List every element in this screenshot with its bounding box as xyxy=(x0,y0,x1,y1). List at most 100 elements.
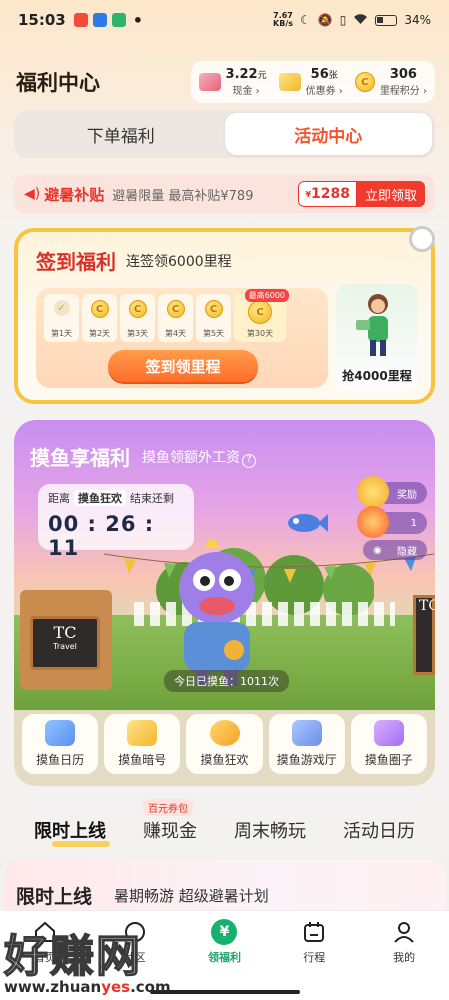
claim-now-button[interactable]: ¥1288 立即领取 xyxy=(298,181,425,207)
hide-toggle[interactable]: ◉ 隐藏 xyxy=(363,540,427,560)
feature-label: 摸鱼圈子 xyxy=(364,753,413,767)
checkin-title: 签到福利 xyxy=(36,250,116,274)
feature-arcade[interactable]: 摸鱼游戏厅 xyxy=(268,714,345,774)
reward-label: 抢4000里程 xyxy=(342,369,412,383)
calendar-icon xyxy=(45,720,76,746)
promo-subtitle: 避暑限量 最高补贴¥789 xyxy=(112,188,254,204)
checkin-days-panel: ✓ 第1天 C 第2天 C 第3天 C 第4天 C 第5天 最高6000 C 第30天 签… xyxy=(36,288,328,388)
netspeed-unit: KB/s xyxy=(273,19,293,28)
game-console-icon xyxy=(291,720,322,746)
stall-sign-text: TC xyxy=(53,623,77,642)
countdown-event: 摸鱼狂欢 xyxy=(74,490,126,506)
nav-label: 行程 xyxy=(303,951,326,964)
asset-points[interactable]: C 306 里程积分 › xyxy=(354,67,427,97)
checkin-subtitle: 连签领6000里程 xyxy=(126,254,232,270)
vibrate-icon: ▯ xyxy=(339,13,347,27)
asset-coupons[interactable]: 56张 优惠券 › xyxy=(278,67,343,97)
feature-code[interactable]: 摸鱼暗号 xyxy=(104,714,181,774)
day-label: 第30天 xyxy=(246,329,274,338)
nav-home[interactable]: 首页 xyxy=(0,919,90,1000)
notification-app-icon xyxy=(73,13,88,27)
moyu-title: 摸鱼享福利 xyxy=(30,446,130,470)
section-tab-calendar[interactable]: 活动日历 xyxy=(343,817,415,843)
feature-circle[interactable]: 摸鱼圈子 xyxy=(350,714,428,774)
nav-benefits[interactable]: ¥ 领福利 xyxy=(180,919,270,1000)
gift-coin-icon xyxy=(357,476,389,508)
summer-subsidy-banner[interactable]: ◀) 避暑补贴 避暑限量 最高补贴¥789 ¥1288 立即领取 xyxy=(14,175,435,213)
section-tab-label: 赚现金 xyxy=(143,821,197,842)
section-tab-weekend[interactable]: 周末畅玩 xyxy=(234,817,306,843)
page-title: 福利中心 xyxy=(16,71,100,95)
checkin-button[interactable]: 签到领里程 xyxy=(108,350,258,382)
status-time: 15:03 xyxy=(18,11,66,29)
coupon-unit: 张 xyxy=(328,71,338,81)
section-tab-earn-cash[interactable]: 百元券包 赚现金 xyxy=(143,799,197,843)
max-reward-tag: 最高6000 xyxy=(244,289,289,302)
section-tabs: 限时上线 百元券包 赚现金 周末畅玩 活动日历 xyxy=(14,799,435,852)
itinerary-icon xyxy=(301,919,327,945)
stall-sign-sub: Travel xyxy=(53,642,77,651)
coins-icon: C xyxy=(128,300,147,318)
nav-me[interactable]: 我的 xyxy=(359,919,449,1000)
bottom-nav: 首页 社区 ¥ 领福利 行程 我的 xyxy=(0,910,449,1000)
profile-icon xyxy=(391,919,417,945)
tc-travel-sign: TC Travel xyxy=(30,616,100,670)
coin-pile-icon: C xyxy=(248,300,272,324)
feature-label: 摸鱼狂欢 xyxy=(200,753,249,767)
rewards-label: 奖励 xyxy=(397,489,417,501)
nav-label: 我的 xyxy=(393,951,416,964)
battery-icon xyxy=(375,14,398,26)
mileage-reward-card[interactable]: 抢4000里程 xyxy=(336,284,418,390)
promo-title: 避暑补贴 xyxy=(44,185,105,204)
feature-label: 摸鱼暗号 xyxy=(118,753,167,767)
feature-carnival[interactable]: 摸鱼狂欢 xyxy=(186,714,263,774)
fire-pill[interactable]: 1 xyxy=(357,506,427,538)
moyu-subtitle[interactable]: 摸鱼领额外工资? xyxy=(142,447,256,468)
mute-icon: 🔕 xyxy=(317,13,333,27)
tab-order-benefits[interactable]: 下单福利 xyxy=(17,113,225,155)
fish-mascot-illustration[interactable] xyxy=(162,540,272,690)
promo-action-label: 立即领取 xyxy=(356,181,425,207)
home-indicator[interactable] xyxy=(150,990,300,994)
coin-icon: C xyxy=(90,300,109,318)
yuan-icon: ¥ xyxy=(211,919,238,945)
nav-label: 社区 xyxy=(123,951,146,964)
day-label: 第3天 xyxy=(126,329,149,338)
checkin-day-4: C 第4天 xyxy=(158,294,193,342)
sunglasses-emoji-icon xyxy=(209,720,240,746)
checkin-day-1: ✓ 第1天 xyxy=(44,294,79,342)
cash-value: 3.22 xyxy=(225,67,258,82)
nav-trips[interactable]: 行程 xyxy=(269,919,359,1000)
rewards-pill[interactable]: 奖励 xyxy=(357,476,427,508)
promo-price-value: 1288 xyxy=(311,186,350,202)
asset-cash[interactable]: 3.22元 现金 › xyxy=(198,67,267,97)
countdown-prefix: 距离 xyxy=(48,492,70,505)
checkin-day-5: C 第5天 xyxy=(196,294,231,342)
section-tab-limited[interactable]: 限时上线 xyxy=(34,817,110,847)
right-sign: TC xyxy=(413,595,435,675)
points-label: 里程积分 › xyxy=(379,86,427,97)
cash-unit: 元 xyxy=(257,71,267,81)
tab-activity-center[interactable]: 活动中心 xyxy=(224,113,432,155)
assets-panel: 3.22元 现金 › 56张 优惠券 › C 306 里程积分 › xyxy=(190,61,435,103)
day-label: 第1天 xyxy=(50,329,73,338)
home-icon xyxy=(32,919,58,945)
countdown-timer: 00 : 26 : 11 xyxy=(48,512,155,560)
notification-app-icon xyxy=(111,13,126,27)
countdown-panel: 距离 摸鱼狂欢 结束还剩 00 : 26 : 11 xyxy=(38,484,194,560)
decoration-ring xyxy=(409,226,435,252)
coin-icon: C xyxy=(166,300,185,318)
moyu-card: 摸鱼享福利 摸鱼领额外工资? TC Travel TC 距离 摸鱼狂欢 结束还剩… xyxy=(14,420,435,786)
community-icon xyxy=(122,919,148,945)
fire-icon xyxy=(357,506,389,538)
checkin-day-30: 最高6000 C 第30天 xyxy=(234,289,289,342)
nav-label: 首页 xyxy=(33,951,56,964)
notification-app-icon xyxy=(92,13,107,27)
summer-subtitle: 暑期畅游 超级避暑计划 xyxy=(114,887,269,905)
battery-level: 34% xyxy=(404,13,431,27)
main-tabs: 下单福利 活动中心 xyxy=(14,110,435,158)
chat-bubble-icon xyxy=(373,720,404,746)
hide-label: 隐藏 xyxy=(397,546,417,558)
nav-community[interactable]: 社区 xyxy=(90,919,180,1000)
feature-calendar[interactable]: 摸鱼日历 xyxy=(22,714,99,774)
